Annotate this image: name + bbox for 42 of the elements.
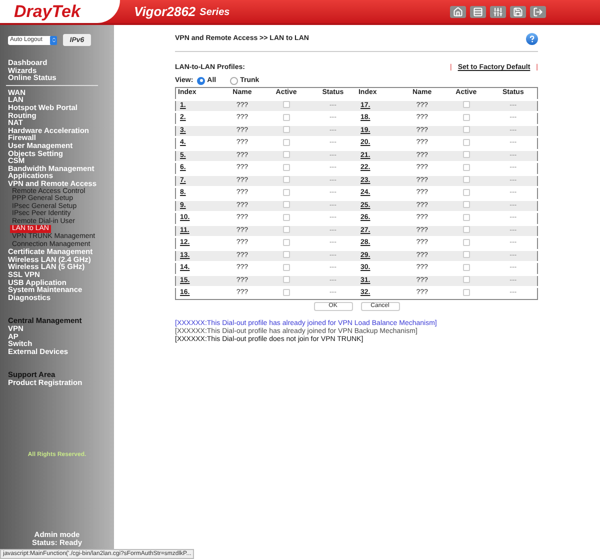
active-checkbox[interactable] bbox=[282, 101, 290, 108]
help-icon[interactable] bbox=[526, 33, 538, 45]
active-checkbox[interactable] bbox=[462, 201, 470, 208]
active-checkbox[interactable] bbox=[282, 138, 290, 146]
active-checkbox[interactable] bbox=[282, 114, 290, 121]
active-checkbox[interactable] bbox=[462, 188, 470, 196]
list-icon[interactable] bbox=[470, 6, 486, 18]
active-checkbox[interactable] bbox=[462, 151, 470, 158]
active-checkbox[interactable] bbox=[282, 201, 290, 208]
active-checkbox[interactable] bbox=[282, 251, 290, 258]
active-checkbox[interactable] bbox=[282, 288, 290, 296]
logo: DrayTek bbox=[14, 3, 80, 20]
save-icon[interactable] bbox=[510, 6, 526, 18]
active-checkbox[interactable] bbox=[282, 264, 290, 271]
active-checkbox[interactable] bbox=[462, 238, 470, 246]
active-checkbox[interactable] bbox=[282, 151, 290, 158]
active-checkbox[interactable] bbox=[462, 164, 470, 171]
active-checkbox[interactable] bbox=[462, 276, 470, 284]
active-checkbox[interactable] bbox=[462, 226, 470, 234]
home-icon[interactable] bbox=[450, 6, 466, 18]
sliders-icon[interactable] bbox=[490, 6, 506, 18]
active-checkbox[interactable] bbox=[462, 114, 470, 121]
active-checkbox[interactable] bbox=[282, 214, 290, 221]
active-checkbox[interactable] bbox=[282, 238, 290, 246]
active-checkbox[interactable] bbox=[462, 288, 470, 296]
active-checkbox[interactable] bbox=[462, 101, 470, 108]
series-title: Series bbox=[200, 8, 230, 18]
active-checkbox[interactable] bbox=[462, 264, 470, 271]
active-checkbox[interactable] bbox=[282, 188, 290, 196]
active-checkbox[interactable] bbox=[462, 138, 470, 146]
logout-icon[interactable] bbox=[530, 6, 546, 18]
active-checkbox[interactable] bbox=[462, 126, 470, 134]
model-title: Vigor2862 bbox=[134, 5, 196, 18]
stepper-icon[interactable] bbox=[50, 36, 57, 44]
active-checkbox[interactable] bbox=[282, 176, 290, 184]
active-checkbox[interactable] bbox=[282, 126, 290, 134]
active-checkbox[interactable] bbox=[462, 214, 470, 221]
active-checkbox[interactable] bbox=[462, 251, 470, 258]
active-checkbox[interactable] bbox=[282, 164, 290, 171]
active-checkbox[interactable] bbox=[462, 176, 470, 184]
active-checkbox[interactable] bbox=[282, 276, 290, 284]
active-checkbox[interactable] bbox=[282, 226, 290, 234]
